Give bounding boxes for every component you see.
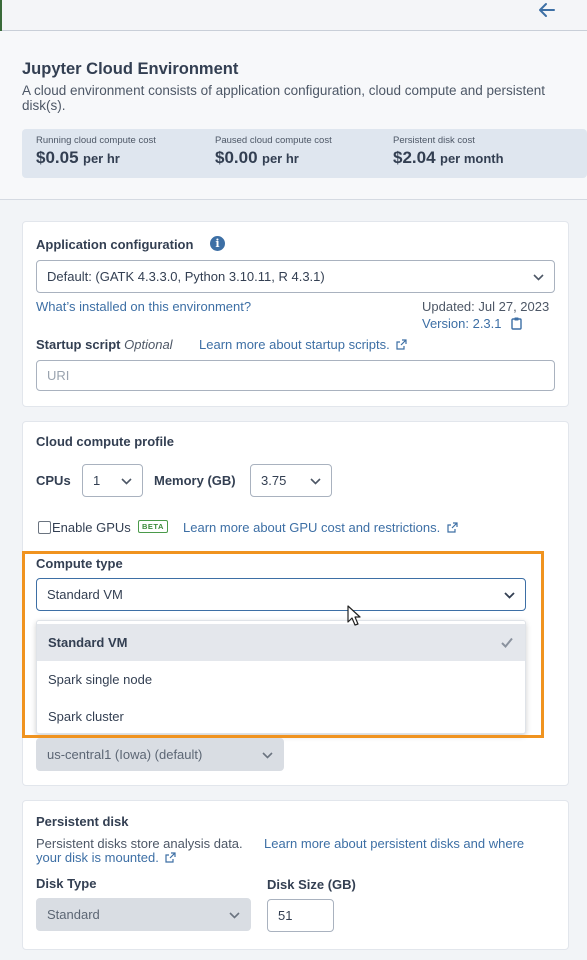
disk-cost-label: Persistent disk cost [393,135,475,146]
clipboard-icon[interactable] [511,317,522,330]
mouse-cursor-icon [347,605,361,626]
enable-gpus-checkbox[interactable] [38,521,51,534]
app-config-value: Default: (GATK 4.3.3.0, Python 3.10.11, … [47,269,325,284]
page-title: Jupyter Cloud Environment [22,60,239,78]
cpus-select[interactable]: 1 [82,464,143,497]
startup-script-input[interactable]: URI [36,360,555,391]
disk-cost: Persistent disk cost $2.04 per month [393,135,504,168]
top-bar [0,0,587,31]
running-cost-value: $0.05 [36,148,79,167]
cost-summary: Running cloud compute cost $0.05 per hr … [22,129,587,178]
disk-size-value: 51 [278,908,293,923]
app-config-select[interactable]: Default: (GATK 4.3.3.0, Python 3.10.11, … [36,260,555,293]
external-link-icon [447,522,458,533]
paused-cost-label: Paused cloud compute cost [215,135,332,146]
persistent-disk-label: Persistent disk [36,814,129,829]
app-config-label: Application configuration [36,237,194,252]
chevron-down-icon [121,478,132,485]
cpus-label: CPUs [36,473,71,488]
startup-script-title: Startup script [36,337,121,352]
whats-installed-link[interactable]: What’s installed on this environment? [36,299,251,314]
memory-label: Memory (GB) [154,473,236,488]
gpu-link-text: Learn more about GPU cost and restrictio… [183,520,441,535]
enable-gpus-label: Enable GPUs [52,520,131,535]
chevron-down-icon [229,912,240,919]
external-link-icon [165,852,177,863]
disk-type-label: Disk Type [36,876,97,891]
startup-placeholder: URI [47,368,70,383]
highlight-box [22,551,544,738]
startup-script-label: Startup script Optional [36,337,173,352]
location-select: us-central1 (Iowa) (default) [36,738,284,771]
paused-cost-unit: per hr [262,151,299,166]
location-value: us-central1 (Iowa) (default) [47,747,203,762]
disk-link-text: your disk is mounted. [36,850,159,865]
compute-profile-label: Cloud compute profile [36,434,174,449]
disk-type-value: Standard [47,907,100,922]
persistent-disk-link-line2[interactable]: your disk is mounted. [36,850,177,865]
running-cost-unit: per hr [83,151,120,166]
running-cost-label: Running cloud compute cost [36,135,156,146]
paused-cost-value: $0.00 [215,148,258,167]
disk-cost-unit: per month [440,151,504,166]
cpus-value: 1 [93,473,101,488]
memory-select[interactable]: 3.75 [250,464,332,497]
disk-cost-value: $2.04 [393,148,436,167]
chevron-down-icon [310,478,321,485]
memory-value: 3.75 [261,473,287,488]
chevron-down-icon [262,752,273,759]
version-text: Version: 2.3.1 [422,316,502,331]
back-arrow-icon[interactable] [536,0,558,22]
info-icon[interactable]: i [210,236,225,251]
external-link-icon [396,339,407,350]
paused-cost: Paused cloud compute cost $0.00 per hr [215,135,332,168]
chevron-down-icon [533,274,544,281]
persistent-disk-link-line1[interactable]: Learn more about persistent disks and wh… [264,836,524,851]
disk-size-label: Disk Size (GB) [267,877,356,892]
disk-size-input[interactable]: 51 [267,899,334,932]
startup-link-text: Learn more about startup scripts. [199,337,390,352]
persistent-disk-description: Persistent disks store analysis data. [36,836,243,851]
startup-optional: Optional [124,337,173,352]
updated-date: Updated: Jul 27, 2023 [422,299,550,314]
beta-badge: BETA [138,520,168,533]
version-link[interactable]: Version: 2.3.1 [422,316,522,331]
page-subtitle: A cloud environment consists of applicat… [22,83,546,113]
startup-script-link[interactable]: Learn more about startup scripts. [199,337,407,352]
running-cost: Running cloud compute cost $0.05 per hr [36,135,156,168]
gpu-cost-link[interactable]: Learn more about GPU cost and restrictio… [183,520,458,535]
disk-type-select: Standard [36,898,251,931]
left-edge-strip [0,0,2,31]
